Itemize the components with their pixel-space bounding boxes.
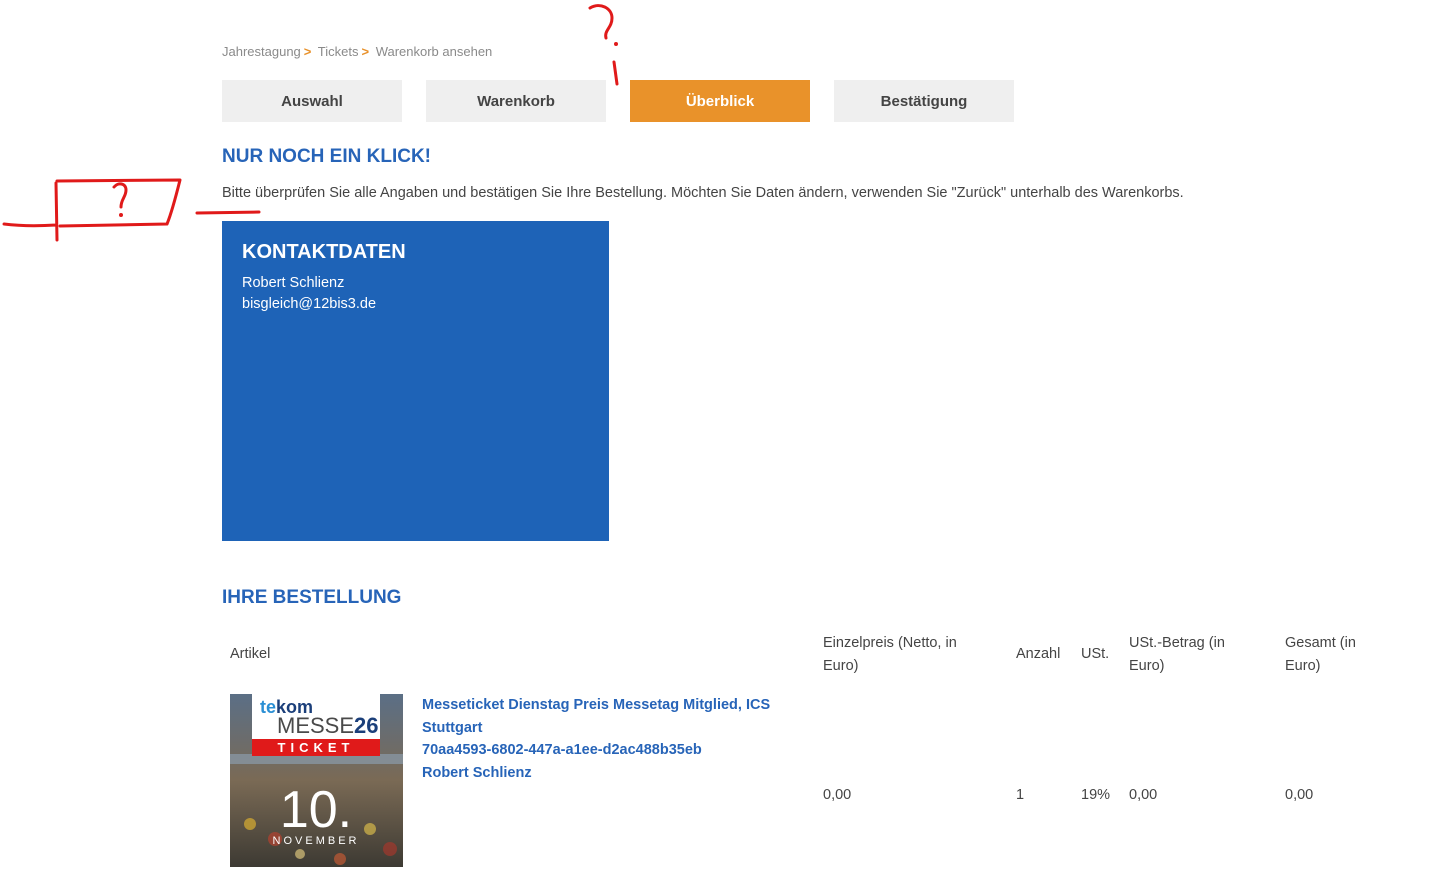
product-ticket-id: 70aa4593-6802-447a-a1ee-d2ac488b35eb: [422, 742, 702, 758]
product-name-line2: Stuttgart: [422, 719, 483, 736]
logo-brand-a: te: [260, 697, 276, 717]
product-name-line1: Messeticket Dienstag Preis Messetag Mitg…: [422, 697, 771, 713]
page-title: NUR NOCH EIN KLICK!: [222, 146, 431, 167]
breadcrumb-jahrestagung[interactable]: Jahrestagung: [222, 44, 301, 59]
ticket-month: NOVEMBER: [273, 835, 360, 847]
breadcrumb: Jahrestagung > Tickets > Warenkorb ansehen: [222, 44, 492, 59]
step-auswahl[interactable]: Auswahl: [222, 80, 402, 122]
order-title: IHRE BESTELLUNG: [222, 587, 402, 608]
cell-vat: 19%: [1081, 787, 1111, 803]
contact-name: Robert Schlienz: [242, 275, 345, 291]
breadcrumb-separator-icon: >: [303, 44, 312, 59]
annotation-underline: [195, 210, 261, 215]
annotation-question-left: [112, 182, 128, 209]
annotation-question-top: [588, 4, 614, 40]
annotation-box-left: [2, 178, 182, 242]
column-header-article: Artikel: [230, 646, 271, 662]
checkout-steps: Auswahl Warenkorb Überblick Bestätigung: [222, 80, 1014, 122]
ticket-image[interactable]: tekom MESSE26 TICKET 10. NOVEMBER: [230, 694, 403, 867]
column-header-total: Gesamt (in Euro): [1285, 635, 1356, 674]
contact-box: KONTAKTDATEN Robert Schlienz bisgleich@1…: [222, 221, 609, 541]
contact-email: bisgleich@12bis3.de: [242, 296, 377, 312]
logo-event: MESSE: [277, 713, 354, 738]
ticket-day: 10.: [280, 781, 352, 839]
logo-ticket-label: TICKET: [278, 740, 355, 755]
cell-vat-amount: 0,00: [1129, 787, 1158, 803]
step-bestaetigung[interactable]: Bestätigung: [834, 80, 1014, 122]
contact-title: KONTAKTDATEN: [242, 241, 406, 263]
breadcrumb-current: Warenkorb ansehen: [375, 44, 493, 59]
cell-unit-price: 0,00: [823, 787, 852, 803]
column-header-unit-price: Einzelpreis (Netto, in Euro): [823, 635, 957, 674]
cell-quantity: 1: [1016, 787, 1025, 803]
column-header-vat-amount: USt.-Betrag (in Euro): [1129, 635, 1225, 674]
step-warenkorb[interactable]: Warenkorb: [426, 80, 606, 122]
logo-year: 26: [354, 713, 378, 738]
step-ueberblick[interactable]: Überblick: [630, 80, 810, 122]
column-header-vat: USt.: [1081, 646, 1110, 662]
svg-text:MESSE26: MESSE26: [277, 713, 379, 738]
breadcrumb-separator-icon: >: [361, 44, 370, 59]
product-link[interactable]: Messeticket Dienstag Preis Messetag Mitg…: [422, 694, 782, 784]
intro-text: Bitte überprüfen Sie alle Angaben und be…: [222, 185, 1184, 201]
breadcrumb-tickets[interactable]: Tickets: [318, 44, 359, 59]
column-header-quantity: Anzahl: [1016, 646, 1061, 662]
product-holder: Robert Schlienz: [422, 764, 532, 781]
cell-total: 0,00: [1285, 787, 1314, 803]
